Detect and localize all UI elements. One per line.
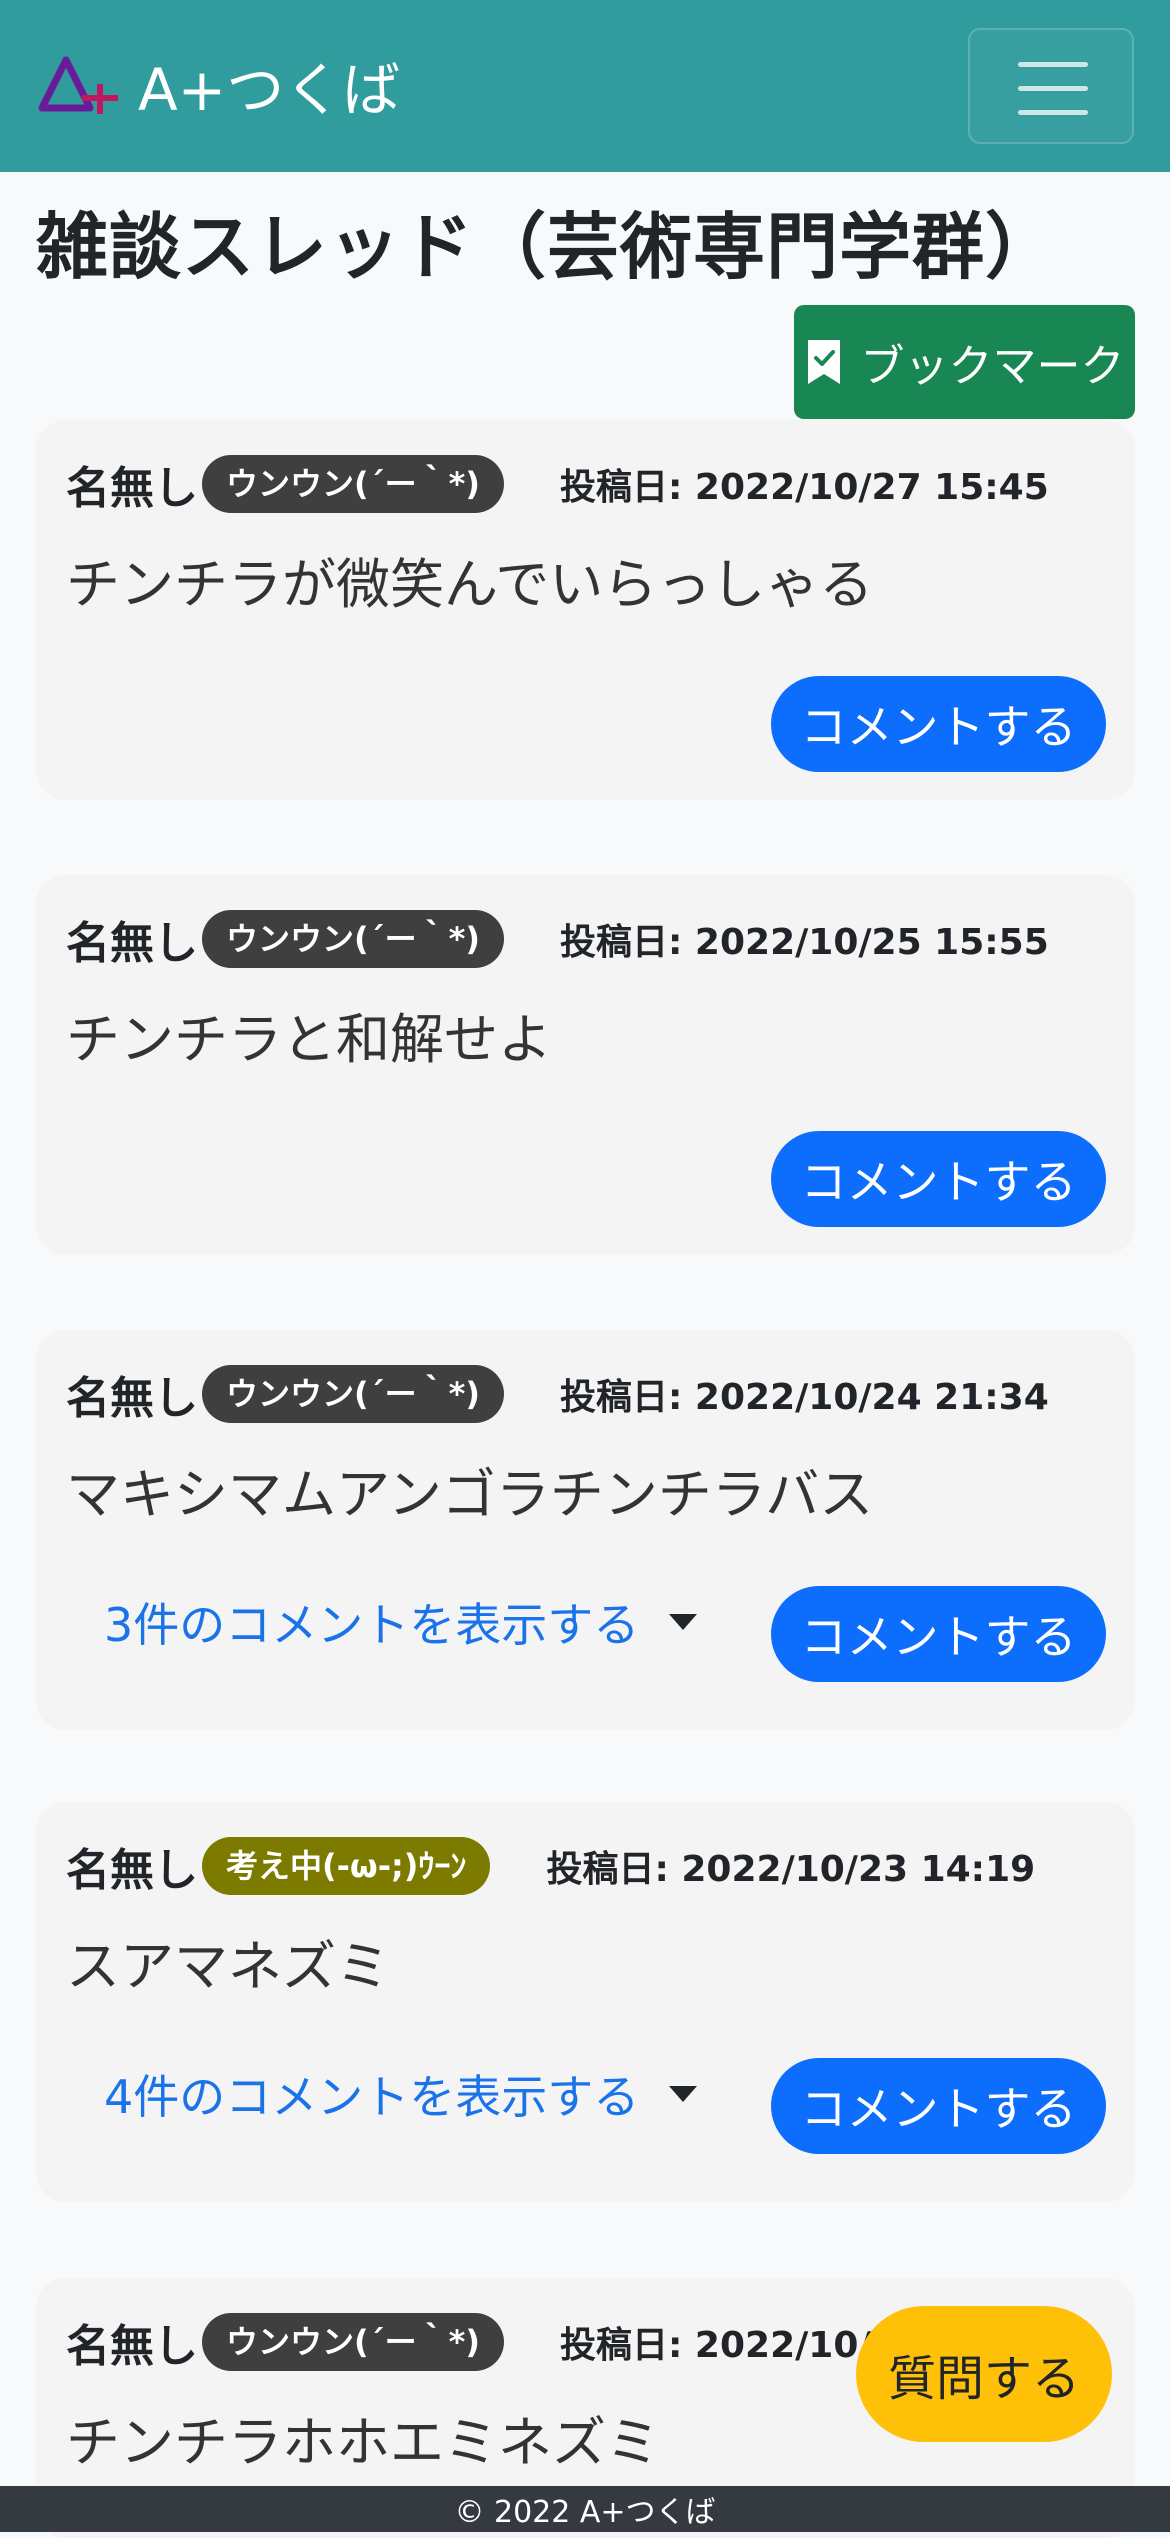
post-date: 投稿日: 2022/10/24 21:34	[560, 1377, 1049, 1418]
show-comments-label: 3件のコメントを表示する	[104, 1598, 640, 1652]
post-text: チンチラが微笑んでいらっしゃる	[66, 553, 874, 616]
status-badge: ウンウン(´ー｀*)	[202, 1365, 504, 1423]
bookmark-label: ブックマーク	[860, 341, 1125, 392]
post-author: 名無し	[66, 463, 198, 514]
status-badge: 考え中(-ω-;)ｳｰﾝ	[202, 1837, 491, 1895]
post-date: 投稿日: 2022/10/27 15:45	[560, 467, 1049, 508]
navbar: A+つくば	[0, 0, 1170, 172]
post-card: 名無し ウンウン(´ー｀*) 投稿日: 2022/10/27 15:45 チンチ…	[36, 420, 1135, 800]
bookmark-check-icon	[807, 340, 840, 384]
caret-down-icon	[669, 1614, 698, 1630]
brand-logo-icon	[38, 56, 118, 114]
post-text: チンチラと和解せよ	[66, 1008, 552, 1071]
menu-toggle-button[interactable]	[968, 28, 1134, 144]
caret-down-icon	[669, 2086, 698, 2102]
post-text: スアマネズミ	[66, 1935, 390, 1998]
bookmark-button[interactable]: ブックマーク	[794, 305, 1135, 419]
show-comments-label: 4件のコメントを表示する	[104, 2070, 640, 2124]
post-card: 名無し ウンウン(´ー｀*) 投稿日: 2022/10/25 15:55 チンチ…	[36, 875, 1135, 1255]
brand-link[interactable]: A+つくば	[36, 50, 400, 124]
status-badge: ウンウン(´ー｀*)	[202, 910, 504, 968]
comment-button[interactable]: コメントする	[771, 676, 1106, 772]
comment-button[interactable]: コメントする	[771, 1586, 1106, 1682]
show-comments-link[interactable]: 3件のコメントを表示する	[104, 1592, 698, 1652]
page-title: 雑談スレッド（芸術専門学群）	[36, 205, 1059, 289]
ask-question-button[interactable]: 質問する	[856, 2306, 1112, 2442]
post-card: 名無し ウンウン(´ー｀*) 投稿日: 2022/10/24 21:34 マキシ…	[36, 1330, 1135, 1730]
post-date: 投稿日: 2022/10/23 14:19	[546, 1849, 1036, 1890]
show-comments-link[interactable]: 4件のコメントを表示する	[104, 2064, 698, 2124]
post-author: 名無し	[66, 1845, 198, 1896]
hamburger-icon	[1018, 62, 1088, 67]
post-author: 名無し	[66, 918, 198, 969]
status-badge: ウンウン(´ー｀*)	[202, 455, 504, 513]
post-author: 名無し	[66, 2321, 198, 2372]
status-badge: ウンウン(´ー｀*)	[202, 2313, 504, 2371]
post-author: 名無し	[66, 1373, 198, 1424]
footer: © 2022 A+つくば	[0, 2486, 1170, 2532]
post-card: 名無し 考え中(-ω-;)ｳｰﾝ 投稿日: 2022/10/23 14:19 ス…	[36, 1802, 1135, 2202]
brand-text: A+つくば	[138, 56, 401, 124]
post-text: マキシマムアンゴラチンチラバス	[66, 1463, 874, 1526]
post-date: 投稿日: 2022/10/25 15:55	[560, 922, 1049, 963]
comment-button[interactable]: コメントする	[771, 2058, 1106, 2154]
post-text: チンチラホホエミネズミ	[66, 2411, 660, 2474]
comment-button[interactable]: コメントする	[771, 1131, 1106, 1227]
